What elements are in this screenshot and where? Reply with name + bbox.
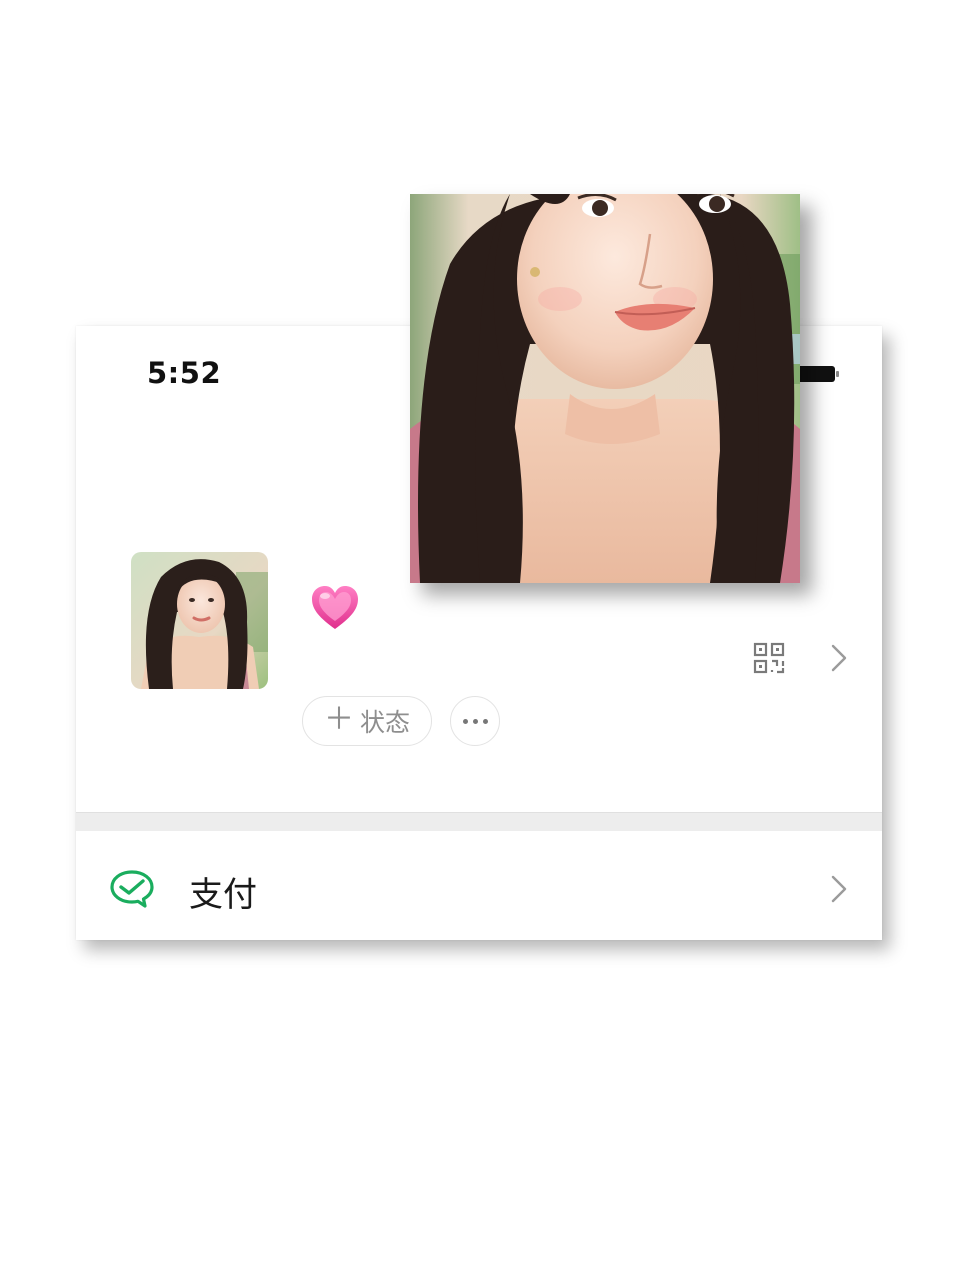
wechat-pay-icon xyxy=(109,869,155,909)
chevron-right-icon[interactable] xyxy=(830,643,848,673)
menu-item-pay[interactable]: 支付 xyxy=(76,831,882,940)
chevron-right-icon xyxy=(830,874,848,904)
heart-emoji xyxy=(310,584,360,632)
more-dots-icon[interactable] xyxy=(450,696,500,746)
avatar[interactable] xyxy=(131,552,268,689)
plus-icon: ＋ xyxy=(323,702,354,737)
status-time: 5:52 xyxy=(147,356,222,390)
qr-code-icon[interactable] xyxy=(753,642,785,674)
section-divider xyxy=(76,812,882,831)
menu-item-pay-label: 支付 xyxy=(189,875,257,915)
add-status-button[interactable]: ＋ 状态 xyxy=(302,696,432,746)
add-status-label: 状态 xyxy=(359,708,410,737)
portrait-photo xyxy=(410,194,800,583)
battery-icon xyxy=(796,364,842,384)
